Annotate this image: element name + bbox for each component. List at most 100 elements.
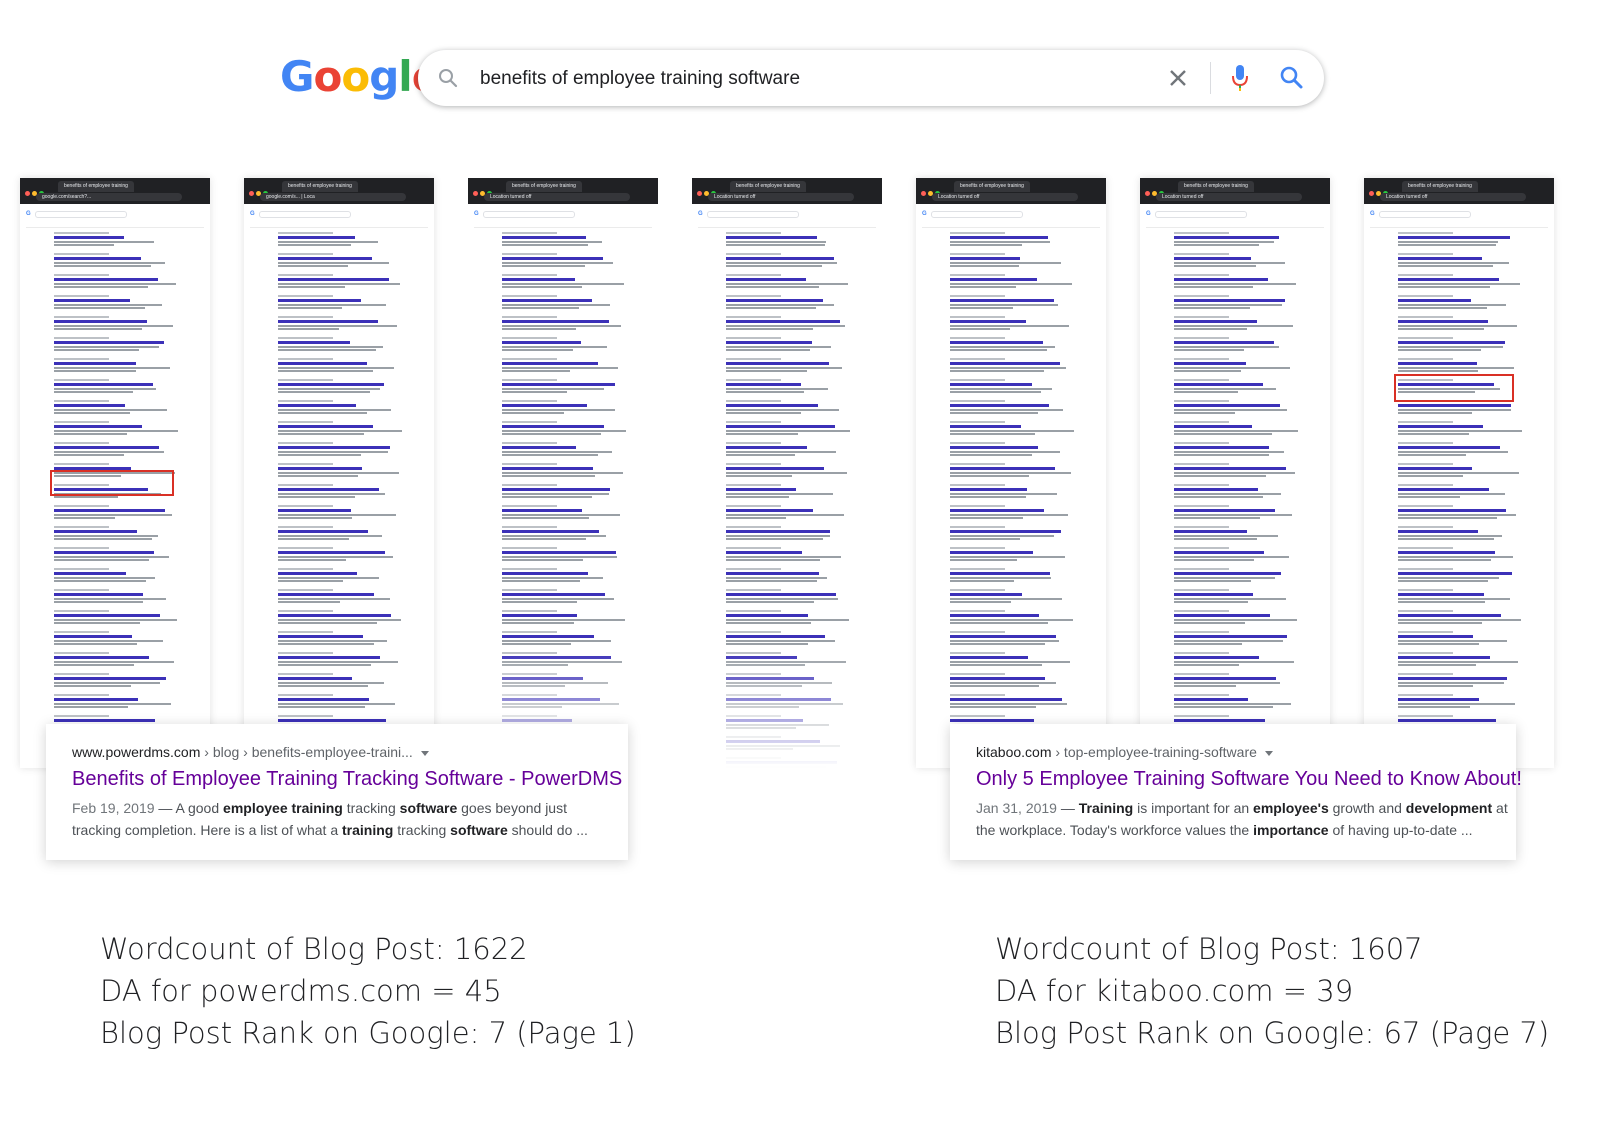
highlight-box: [50, 470, 174, 496]
mini-tab-row: [474, 221, 652, 228]
close-icon[interactable]: [1164, 64, 1192, 92]
highlight-box: [1394, 374, 1514, 402]
mini-result: [1398, 400, 1518, 414]
browser-toolbar: benefits of employee training Location tu…: [916, 178, 1106, 204]
mini-tab-row: [1370, 221, 1548, 228]
logo-letter: o: [341, 52, 370, 101]
mini-tab-row: [1146, 221, 1324, 228]
browser-toolbar: benefits of employee training google.com/…: [20, 178, 210, 204]
mini-result: [1398, 505, 1518, 519]
mini-result: [1174, 421, 1298, 435]
google-logo[interactable]: Google: [280, 52, 440, 104]
mini-result: [54, 253, 174, 267]
serp-page-screenshot: benefits of employee training Location tu…: [1364, 178, 1554, 768]
serp-page-screenshot: benefits of employee training Location tu…: [916, 178, 1106, 768]
mini-result: [950, 547, 1070, 561]
mini-result: [54, 232, 174, 246]
mini-result: [1174, 274, 1296, 288]
mini-search-box: [930, 210, 1023, 218]
mini-result: [502, 379, 622, 393]
mini-result: [502, 505, 622, 519]
mini-result: [278, 610, 401, 624]
mini-google-logo: G: [1370, 211, 1375, 217]
mini-result: [726, 736, 846, 750]
wordcount-text: Wordcount of Blog Post: 1607: [995, 932, 1423, 966]
search-box[interactable]: [418, 50, 1324, 106]
mini-tab-row: [250, 221, 428, 228]
serp-page-screenshot: benefits of employee training google.com/…: [244, 178, 434, 768]
mini-result: [54, 505, 174, 519]
result-title-link[interactable]: Benefits of Employee Training Tracking S…: [72, 768, 622, 791]
mini-result: [950, 673, 1070, 687]
mini-result: [1398, 337, 1518, 351]
mini-result: [502, 631, 622, 645]
mini-result: [502, 274, 624, 288]
mini-result: [950, 652, 1070, 666]
search-result-card[interactable]: kitaboo.com › top-employee-training-soft…: [950, 724, 1522, 860]
search-result-card[interactable]: www.powerdms.com › blog › benefits-emplo…: [46, 724, 628, 860]
mini-result: [726, 505, 846, 519]
microphone-icon[interactable]: [1228, 62, 1252, 94]
mini-result: [726, 610, 849, 624]
mini-result: [54, 547, 174, 561]
mini-result: [278, 463, 399, 477]
result-breadcrumb[interactable]: www.powerdms.com › blog › benefits-emplo…: [72, 744, 429, 760]
address-bar: Location turned off: [708, 193, 854, 201]
address-bar: Location turned off: [932, 193, 1078, 201]
result-title-link[interactable]: Only 5 Employee Training Software You Ne…: [976, 768, 1522, 791]
mini-result: [502, 589, 622, 603]
mini-result: [278, 232, 398, 246]
result-breadcrumb[interactable]: kitaboo.com › top-employee-training-soft…: [976, 744, 1273, 760]
search-icon[interactable]: [1278, 64, 1306, 92]
mini-result: [278, 547, 398, 561]
mini-result: [1398, 652, 1518, 666]
mini-result: [502, 337, 622, 351]
mini-search-box: [34, 210, 127, 218]
mini-result: [502, 484, 622, 498]
search-input[interactable]: [478, 60, 1122, 98]
mini-result: [1174, 526, 1294, 540]
mini-result: [1174, 484, 1294, 498]
mini-result: [1174, 337, 1294, 351]
mini-result: [1174, 295, 1294, 309]
mini-result: [502, 694, 622, 708]
mini-result: [278, 274, 400, 288]
mini-result: [726, 547, 846, 561]
mini-google-logo: G: [26, 211, 31, 217]
result-path: › blog › benefits-employee-traini...: [200, 744, 413, 760]
mini-tab-row: [922, 221, 1100, 228]
result-snippet: Jan 31, 2019 — Training is important for…: [976, 800, 1508, 838]
mini-result: [278, 484, 398, 498]
search-icon: [439, 69, 458, 88]
mini-result: [1174, 379, 1294, 393]
mini-result: [54, 694, 174, 708]
mini-result: [726, 589, 846, 603]
mini-result: [726, 757, 846, 768]
mini-result: [726, 232, 846, 246]
mini-result: [726, 463, 847, 477]
mini-search-box: [1154, 210, 1247, 218]
result-path: › top-employee-training-software: [1051, 744, 1257, 760]
mini-result: [278, 568, 398, 582]
mini-result: [950, 631, 1070, 645]
mini-result: [1174, 547, 1294, 561]
mini-result: [1174, 442, 1294, 456]
mini-result: [1398, 295, 1518, 309]
mini-result: [726, 673, 846, 687]
result-date: Jan 31, 2019: [976, 800, 1057, 816]
mini-result: [726, 274, 848, 288]
serp-content: G: [468, 204, 658, 768]
mini-result: [1174, 631, 1294, 645]
chevron-down-icon[interactable]: [1264, 750, 1273, 756]
chevron-down-icon[interactable]: [420, 750, 429, 756]
mini-result: [726, 484, 846, 498]
mini-result: [1174, 505, 1294, 519]
browser-tab: benefits of employee training: [506, 181, 582, 192]
mini-google-logo: G: [698, 211, 703, 217]
mini-result: [726, 421, 850, 435]
mini-result: [54, 358, 174, 372]
logo-letter: o: [313, 52, 342, 101]
mini-result: [950, 568, 1070, 582]
result-snippet: Feb 19, 2019 — A good employee training …: [72, 800, 588, 838]
mini-result: [726, 379, 846, 393]
